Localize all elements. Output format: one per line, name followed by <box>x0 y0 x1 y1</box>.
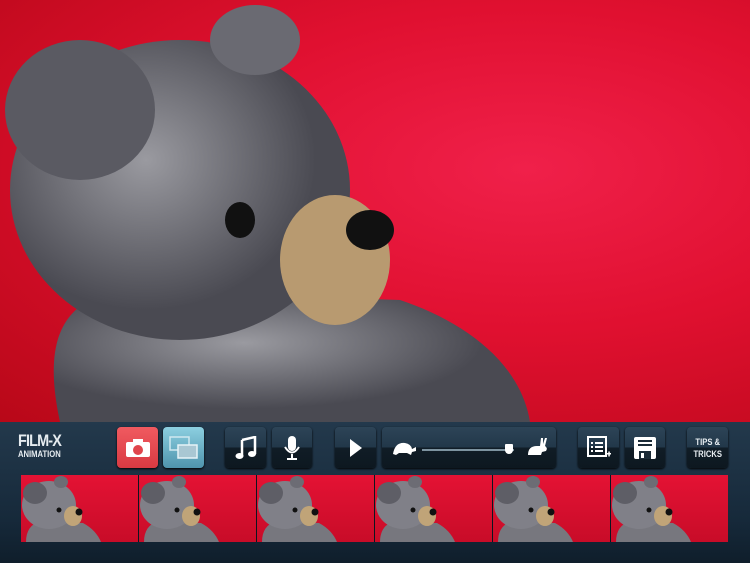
frame-thumbnail[interactable] <box>375 475 492 542</box>
frame-image <box>376 476 455 542</box>
capture-button[interactable] <box>117 427 158 468</box>
save-button[interactable] <box>625 427 665 468</box>
frame-thumbnail[interactable] <box>257 475 374 542</box>
tips-label: TIPS & <box>695 436 720 447</box>
play-button[interactable] <box>335 427 376 468</box>
record-audio-button[interactable] <box>272 427 312 468</box>
play-icon <box>349 438 362 457</box>
frame-thumbnail[interactable] <box>611 475 728 542</box>
frame-thumbnail[interactable] <box>493 475 610 542</box>
frame-image <box>612 476 691 542</box>
microphone-icon <box>284 435 300 460</box>
list-add-icon <box>586 435 611 457</box>
slider-thumb[interactable] <box>505 444 514 454</box>
tricks-label: TRICKS <box>693 448 722 459</box>
frame-thumbnail[interactable] <box>21 475 138 542</box>
camera-preview <box>0 0 750 422</box>
frame-image <box>22 476 101 542</box>
add-to-list-button[interactable] <box>578 427 619 468</box>
frame-strip[interactable] <box>21 475 728 542</box>
frame-image <box>140 476 219 542</box>
slider-track[interactable] <box>422 449 514 451</box>
rabbit-icon <box>528 438 547 455</box>
onion-skin-button[interactable] <box>163 427 204 468</box>
turtle-icon <box>393 442 416 455</box>
music-icon <box>235 435 256 459</box>
frame-image <box>494 476 573 542</box>
teddy-bear-image <box>5 5 530 422</box>
speed-slider[interactable] <box>382 427 556 468</box>
frame-image <box>258 476 337 542</box>
music-button[interactable] <box>225 427 266 468</box>
onion-skin-icon <box>168 435 198 459</box>
logo-title: FILM-X <box>18 431 62 450</box>
logo-subtitle: ANIMATION <box>18 449 61 459</box>
save-icon <box>634 436 656 459</box>
tips-and-tricks-button[interactable]: TIPS & TRICKS <box>687 427 728 468</box>
app-logo: FILM-X ANIMATION <box>18 432 69 459</box>
camera-icon <box>125 438 150 457</box>
frame-thumbnail[interactable] <box>139 475 256 542</box>
